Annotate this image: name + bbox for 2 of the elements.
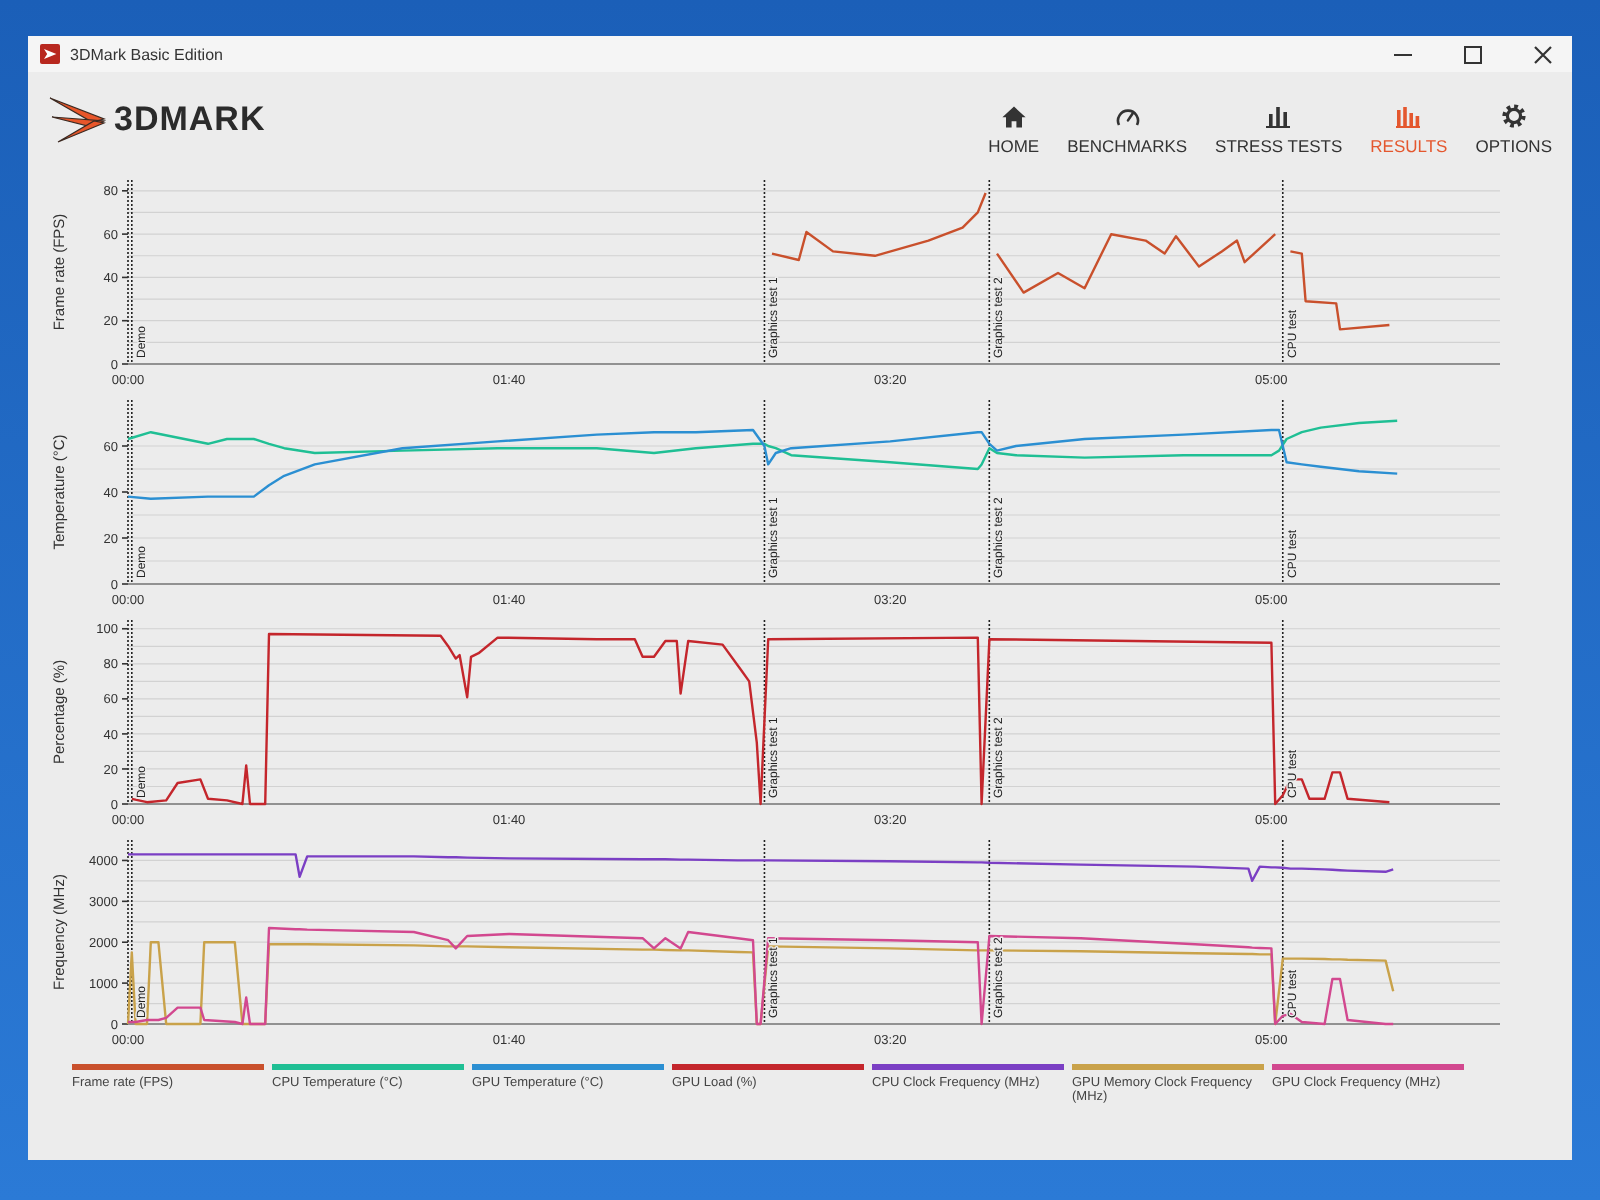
- window-title: 3DMark Basic Edition: [70, 45, 223, 63]
- logo-text: 3DMARK: [114, 100, 266, 140]
